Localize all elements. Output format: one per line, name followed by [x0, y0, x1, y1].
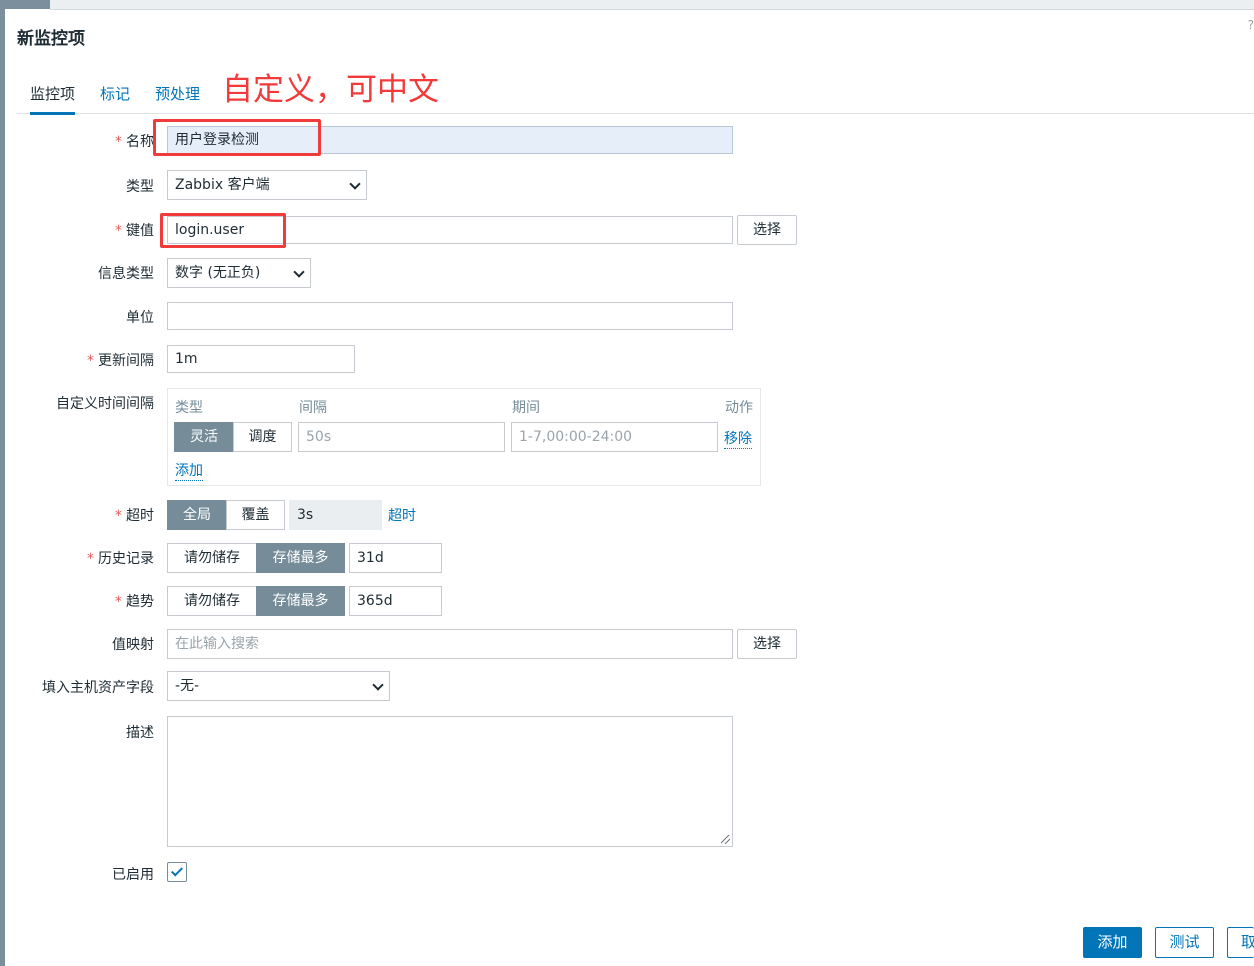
- type-select-value: Zabbix 客户端: [175, 177, 270, 193]
- add-interval-link[interactable]: 添加: [175, 460, 203, 481]
- period-input[interactable]: 1-7,00:00-24:00: [511, 422, 718, 452]
- value-map-select-button[interactable]: 选择: [737, 629, 797, 659]
- interval-mode-scheduling[interactable]: 调度: [233, 422, 292, 452]
- required-star: *: [87, 551, 94, 567]
- history-input[interactable]: 31d: [349, 543, 442, 573]
- col-header-period: 期间: [512, 400, 540, 416]
- col-header-action: 动作: [725, 400, 753, 416]
- background-strip: [50, 0, 1254, 10]
- sidebar-edge-top: [0, 0, 50, 9]
- interval-mode-flexible[interactable]: 灵活: [174, 422, 234, 452]
- annotation-note: 自定义，可中文: [222, 72, 439, 108]
- update-interval-input[interactable]: 1m: [167, 345, 355, 373]
- chevron-down-icon: [293, 266, 305, 278]
- enabled-label: 已启用: [112, 867, 154, 883]
- custom-intervals-label: 自定义时间间隔: [56, 396, 154, 412]
- required-star: *: [87, 353, 94, 369]
- dialog-title: 新监控项: [17, 29, 85, 49]
- checkmark-icon: [170, 864, 184, 877]
- required-star: *: [115, 508, 122, 524]
- inventory-field-select-value: -无-: [175, 678, 200, 694]
- value-map-label: 值映射: [112, 637, 154, 653]
- inventory-field-label: 填入主机资产字段: [42, 680, 154, 696]
- info-type-select[interactable]: 数字 (无正负): [167, 258, 311, 288]
- key-select-button[interactable]: 选择: [737, 215, 797, 245]
- type-select[interactable]: Zabbix 客户端: [167, 170, 367, 200]
- trends-input[interactable]: 365d: [349, 586, 442, 616]
- required-star: *: [115, 594, 122, 610]
- trends-store-up-to[interactable]: 存储最多: [256, 586, 345, 616]
- help-icon[interactable]: ?: [1248, 18, 1254, 32]
- name-label: * 名称: [115, 134, 154, 150]
- timeout-label: * 超时: [115, 508, 154, 524]
- timeout-override[interactable]: 覆盖: [226, 500, 285, 530]
- sidebar-edge: [0, 0, 5, 966]
- history-store-up-to[interactable]: 存储最多: [256, 543, 345, 573]
- test-button[interactable]: 测试: [1155, 927, 1214, 958]
- type-label: 类型: [126, 179, 154, 195]
- required-star: *: [115, 223, 122, 239]
- annotation-highlight-name: [153, 119, 321, 156]
- interval-input[interactable]: 50s: [298, 422, 505, 452]
- description-textarea[interactable]: [167, 716, 733, 847]
- info-type-select-value: 数字 (无正负): [175, 265, 261, 281]
- col-header-type: 类型: [175, 400, 203, 416]
- resize-handle-icon[interactable]: [721, 835, 730, 844]
- info-type-label: 信息类型: [98, 266, 154, 282]
- trends-label: * 趋势: [115, 594, 154, 610]
- annotation-highlight-key: [160, 213, 286, 248]
- trends-do-not-store[interactable]: 请勿储存: [167, 586, 257, 616]
- timeout-global[interactable]: 全局: [167, 500, 227, 530]
- description-label: 描述: [126, 725, 154, 741]
- chevron-down-icon: [349, 178, 361, 190]
- tab-tags[interactable]: 标记: [100, 83, 130, 112]
- units-label: 单位: [126, 310, 154, 326]
- key-label: * 键值: [115, 223, 154, 239]
- col-header-interval: 间隔: [299, 400, 327, 416]
- tab-item[interactable]: 监控项: [30, 83, 76, 115]
- enabled-checkbox[interactable]: [167, 862, 187, 882]
- cancel-button[interactable]: 取消: [1227, 927, 1254, 958]
- units-input[interactable]: [167, 302, 733, 330]
- tab-preprocessing[interactable]: 预处理: [155, 83, 200, 112]
- tab-bar: 监控项 标记 预处理: [17, 80, 1254, 115]
- required-star: *: [115, 134, 122, 150]
- add-button[interactable]: 添加: [1083, 927, 1142, 958]
- timeout-input: 3s: [289, 500, 382, 530]
- inventory-field-select[interactable]: -无-: [167, 671, 390, 701]
- history-label: * 历史记录: [87, 551, 154, 567]
- update-interval-label: * 更新间隔: [87, 353, 154, 369]
- value-map-search-input[interactable]: 在此输入搜索: [167, 629, 733, 659]
- chevron-down-icon: [372, 679, 384, 691]
- remove-interval-link[interactable]: 移除: [724, 428, 752, 449]
- history-do-not-store[interactable]: 请勿储存: [167, 543, 257, 573]
- timeout-link[interactable]: 超时: [388, 505, 416, 525]
